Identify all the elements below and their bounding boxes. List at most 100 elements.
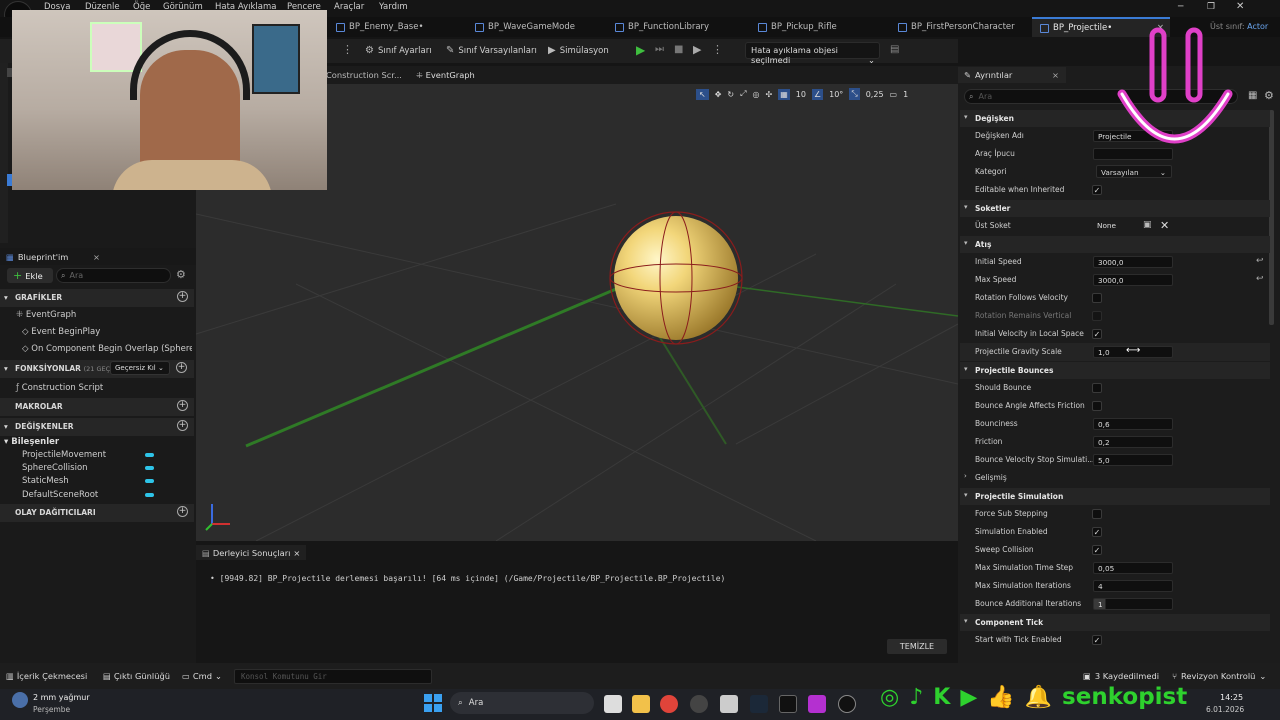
weather-text[interactable]: 2 mm yağmur [33, 693, 90, 702]
table-view-icon[interactable]: ▦ [1248, 90, 1257, 101]
clear-button[interactable]: TEMİZLE [887, 639, 947, 654]
coordinate-space-icon[interactable]: ◎ [753, 90, 760, 99]
details-tab[interactable]: ✎ Ayrıntılar × [958, 67, 1066, 83]
browse-icon[interactable]: ▤ [890, 44, 899, 55]
component-spherecollision[interactable]: SphereCollision [22, 463, 162, 473]
store-icon[interactable] [720, 695, 738, 713]
add-macro-plus-icon[interactable]: + [177, 400, 188, 411]
console-command-input[interactable]: Konsol Komutunu Gir [234, 669, 432, 684]
grid-snap-icon[interactable]: ▦ [778, 88, 790, 100]
weather-icon[interactable] [12, 692, 28, 708]
max-speed-field[interactable]: 3000,0 [1093, 274, 1173, 286]
play-icon[interactable]: ▶ [636, 43, 645, 57]
force-sub-stepping-checkbox[interactable] [1092, 509, 1102, 519]
bounce-velocity-stop-field[interactable]: 5,0 [1093, 454, 1173, 466]
section-projectile-bounces[interactable]: ▾ Projectile Bounces [960, 362, 1270, 379]
projectile-sphere[interactable] [614, 216, 738, 340]
compiler-results-tab[interactable]: ▤ Derleyici Sonuçları × [196, 545, 307, 560]
bounciness-field[interactable]: 0,6 [1093, 418, 1173, 430]
macros-section[interactable]: MAKROLAR + [0, 398, 194, 416]
browse-folder-icon[interactable]: ▣ [1143, 220, 1152, 230]
tab-bp-firstpersoncharacter[interactable]: BP_FirstPersonCharacter [890, 17, 1023, 37]
parent-class-value[interactable]: Actor [1247, 22, 1268, 31]
toolbar-menu-icon[interactable]: ⋮ [342, 43, 353, 56]
menu-help[interactable]: Yardım [379, 2, 408, 12]
initial-speed-field[interactable]: 3000,0 [1093, 256, 1173, 268]
minimize-icon[interactable]: ─ [1178, 2, 1183, 12]
rotation-snap-icon[interactable]: ∠ [811, 88, 824, 100]
graphs-section[interactable]: ▾ GRAFİKLER + [0, 289, 194, 307]
dispatchers-section[interactable]: OLAY DAĞITICILARI + [0, 504, 194, 522]
add-dispatcher-plus-icon[interactable]: + [177, 506, 188, 517]
scale-icon[interactable]: ⤢ [740, 89, 746, 99]
variables-section[interactable]: ▾ DEĞİŞKENLER + [0, 418, 194, 436]
more-options-icon[interactable]: ⋮ [712, 43, 723, 56]
blueprint-search-input[interactable]: ⌕ Ara [56, 268, 171, 283]
list-item-event-beginplay[interactable]: ◇ Event BeginPlay [22, 327, 100, 337]
bounce-angle-friction-checkbox[interactable] [1092, 401, 1102, 411]
close-tab-icon[interactable]: × [1052, 70, 1059, 80]
list-item-event-overlap[interactable]: ◇ On Component Begin Overlap (SphereCol [22, 344, 192, 354]
translate-icon[interactable]: ✥ [715, 90, 722, 99]
add-graph-plus-icon[interactable]: + [177, 291, 188, 302]
list-item-construction-script[interactable]: ƒ Construction Script [16, 383, 103, 393]
max-sim-time-step-field[interactable]: 0,05 [1093, 562, 1173, 574]
start-with-tick-checkbox[interactable]: ✓ [1092, 635, 1102, 645]
surface-snap-icon[interactable]: ✣ [766, 90, 773, 99]
tab-eventgraph[interactable]: ⁜ EventGraph [416, 70, 475, 80]
task-view-icon[interactable] [604, 695, 622, 713]
sweep-collision-checkbox[interactable]: ✓ [1092, 545, 1102, 555]
reset-to-default-icon[interactable]: ↩ [1256, 274, 1264, 284]
clear-x-icon[interactable]: ✕ [1160, 219, 1169, 232]
chrome-icon[interactable] [660, 695, 678, 713]
camera-speed-icon[interactable]: ▭ [890, 90, 898, 99]
clock-date[interactable]: 6.01.2026 [1206, 705, 1244, 714]
tab-bp-functionlibrary[interactable]: BP_FunctionLibrary [607, 17, 717, 37]
list-item-eventgraph[interactable]: ⁜ EventGraph [16, 310, 76, 320]
file-explorer-icon[interactable] [632, 695, 650, 713]
app-icon[interactable] [808, 695, 826, 713]
scale-snap-icon[interactable]: ⤡ [849, 88, 860, 100]
unsaved-button[interactable]: ▣ 3 Kaydedilmedi [1083, 671, 1159, 681]
settings-gear-icon[interactable]: ⚙ [1264, 89, 1274, 102]
cmd-dropdown[interactable]: ▭ Cmd ⌄ [182, 671, 222, 681]
simulation-button[interactable]: ▶ Simülasyon [548, 45, 609, 56]
menu-tools[interactable]: Araçlar [334, 2, 364, 12]
eject-icon[interactable]: ▶ [693, 43, 701, 56]
initial-velocity-local-checkbox[interactable]: ✓ [1092, 329, 1102, 339]
components-group[interactable]: ▾ Bileşenler [4, 437, 59, 447]
steam-icon[interactable] [750, 695, 768, 713]
epic-games-icon[interactable] [779, 695, 797, 713]
tab-bp-pickup-rifle[interactable]: BP_Pickup_Rifle [750, 17, 845, 37]
settings-gear-icon[interactable]: ⚙ [176, 268, 186, 281]
rotation-follows-velocity-checkbox[interactable] [1092, 293, 1102, 303]
class-defaults-button[interactable]: ✎ Sınıf Varsayılanları [446, 45, 537, 56]
windows-start-icon[interactable] [424, 694, 442, 712]
editable-inherited-checkbox[interactable]: ✓ [1092, 185, 1102, 195]
close-tab-icon[interactable]: × [93, 252, 100, 262]
section-sockets[interactable]: ▾ Soketler [960, 200, 1270, 217]
camera-speed-value[interactable]: 1 [903, 90, 908, 99]
add-button[interactable]: + Ekle [7, 268, 53, 283]
row-advanced[interactable]: › Gelişmiş [960, 469, 1270, 487]
step-icon[interactable]: ⏭ [655, 44, 664, 55]
override-dropdown[interactable]: Geçersiz Kıl ⌄ [110, 361, 170, 375]
section-firing[interactable]: ▾ Atış [960, 236, 1270, 253]
section-component-tick[interactable]: ▾ Component Tick [960, 614, 1270, 631]
taskbar-search[interactable]: ⌕ Ara [450, 692, 594, 714]
component-staticmesh[interactable]: StaticMesh [22, 476, 162, 486]
content-drawer-button[interactable]: ▥ İçerik Çekmecesi [6, 671, 87, 681]
simulation-enabled-checkbox[interactable]: ✓ [1092, 527, 1102, 537]
tab-bp-wavegamemode[interactable]: BP_WaveGameMode [467, 17, 583, 37]
debug-object-select[interactable]: Hata ayıklama objesi seçilmedi ⌄ [745, 42, 880, 65]
my-blueprint-tab[interactable]: ▦ Blueprint'im × [0, 248, 196, 265]
select-mode-icon[interactable]: ↖ [696, 88, 709, 100]
unreal-engine-icon[interactable] [838, 695, 856, 713]
close-window-icon[interactable]: ✕ [1236, 1, 1244, 12]
should-bounce-checkbox[interactable] [1092, 383, 1102, 393]
grid-snap-value[interactable]: 10 [796, 90, 806, 99]
close-tab-icon[interactable]: × [293, 548, 300, 558]
revision-control-button[interactable]: ⑂ Revizyon Kontrolü ⌄ [1172, 671, 1266, 681]
component-projectilemovement[interactable]: ProjectileMovement [22, 450, 162, 460]
bounce-additional-iterations-slider[interactable]: 1 [1093, 598, 1173, 610]
